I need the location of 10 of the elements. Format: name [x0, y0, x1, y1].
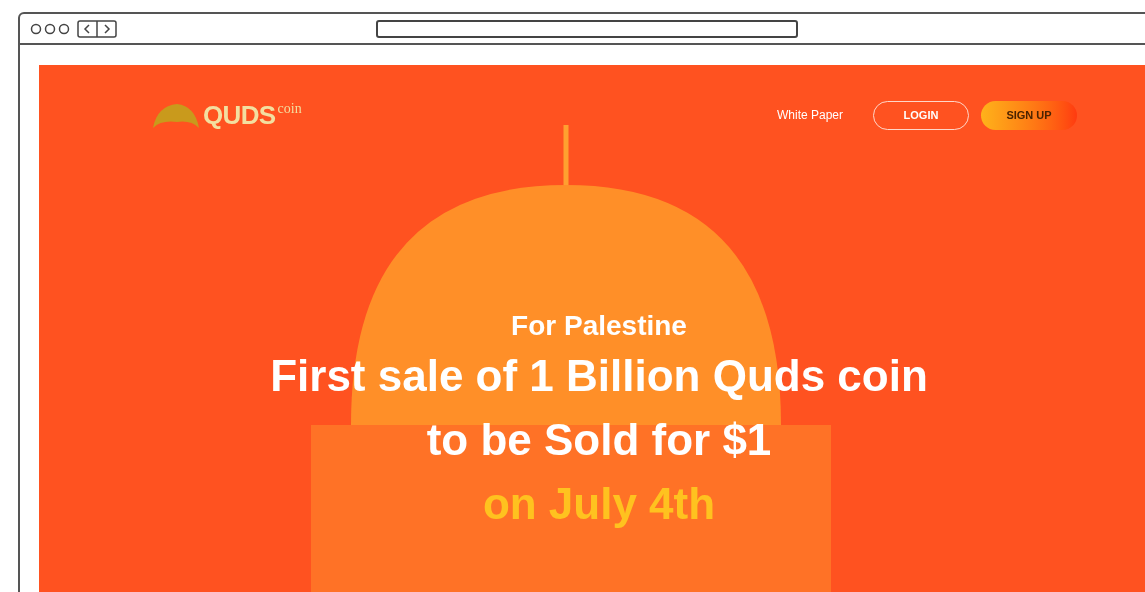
- hero-headline: First sale of 1 Billion Quds coin: [270, 350, 928, 402]
- hero-date: on July 4th: [482, 478, 716, 530]
- document-link[interactable]: White Paper: [776, 106, 843, 124]
- address-bar[interactable]: [376, 19, 798, 38]
- logo-suffix: coin: [277, 100, 302, 118]
- back-forward-icon[interactable]: [77, 19, 117, 38]
- hero-kicker: For Palestine: [511, 309, 687, 343]
- signup-button[interactable]: SIGN UP: [981, 100, 1077, 130]
- hero-headline: to be Sold for $1: [426, 414, 772, 466]
- logo-text: QUDS: [203, 100, 276, 130]
